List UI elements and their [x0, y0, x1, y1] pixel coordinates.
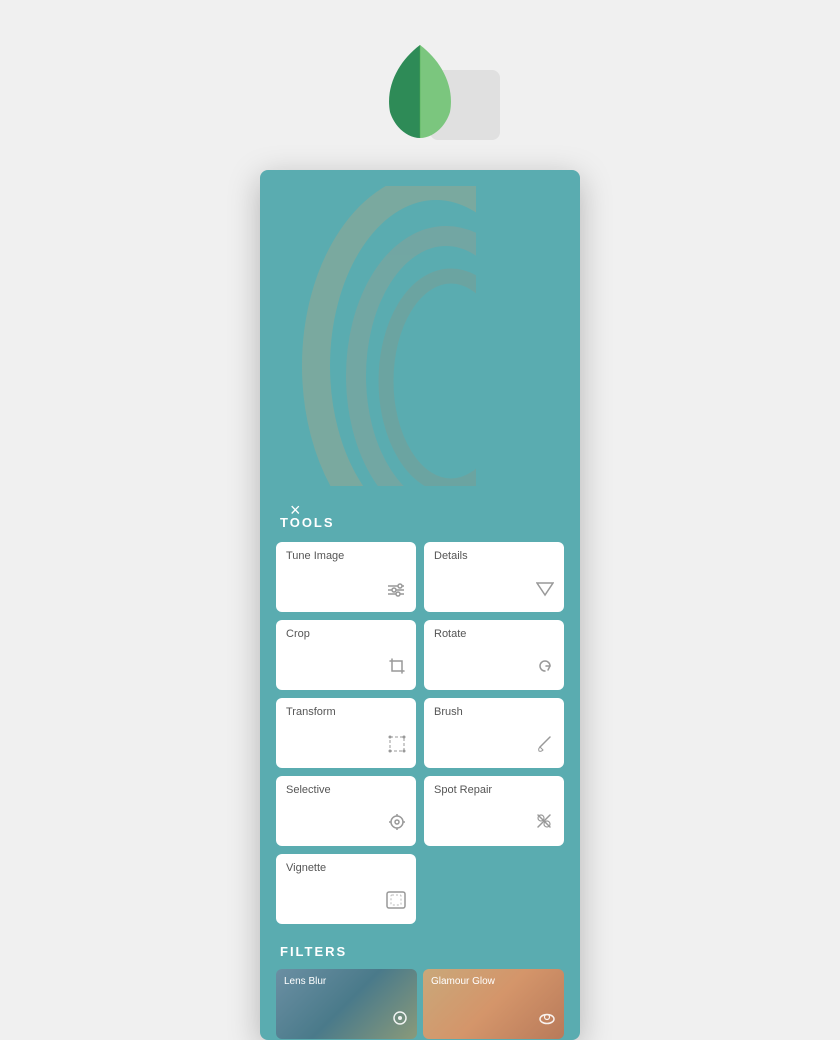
details-icon: [536, 581, 554, 602]
filter-glamour-glow-bg: Glamour Glow: [423, 969, 564, 1039]
lens-blur-icon: [391, 1009, 409, 1032]
transform-icon: [388, 735, 406, 758]
tool-tune-image-label: Tune Image: [286, 550, 406, 562]
tool-rotate-label: Rotate: [434, 628, 554, 640]
tool-crop-label: Crop: [286, 628, 406, 640]
logo-area: [380, 40, 460, 140]
filter-lens-blur-bg: Lens Blur: [276, 969, 417, 1039]
tool-crop[interactable]: Crop: [276, 620, 416, 690]
vignette-icon: [386, 891, 406, 914]
tool-spot-repair[interactable]: Spot Repair: [424, 776, 564, 846]
tool-selective-label: Selective: [286, 784, 406, 796]
tools-panel: × TOOLS Tune Image Details: [260, 170, 580, 1040]
tool-tune-image[interactable]: Tune Image: [276, 542, 416, 612]
filter-glamour-glow-label: Glamour Glow: [431, 976, 556, 987]
tool-transform[interactable]: Transform: [276, 698, 416, 768]
glamour-glow-icon: [538, 1009, 556, 1032]
tool-selective[interactable]: Selective: [276, 776, 416, 846]
filter-lens-blur[interactable]: Lens Blur: [276, 969, 417, 1039]
filter-lens-blur-label: Lens Blur: [284, 976, 409, 987]
tool-vignette-label: Vignette: [286, 862, 406, 874]
filter-glamour-glow[interactable]: Glamour Glow: [423, 969, 564, 1039]
tool-brush[interactable]: Brush: [424, 698, 564, 768]
filters-grid: Lens Blur Glamour Glow: [276, 969, 564, 1040]
selective-icon: [388, 813, 406, 836]
brush-icon: [536, 735, 554, 758]
tools-section-title: TOOLS: [280, 515, 564, 530]
tool-details-label: Details: [434, 550, 554, 562]
tool-spot-repair-label: Spot Repair: [434, 784, 554, 796]
background-image: [276, 186, 476, 486]
tool-transform-label: Transform: [286, 706, 406, 718]
tool-vignette[interactable]: Vignette: [276, 854, 416, 924]
tool-details[interactable]: Details: [424, 542, 564, 612]
filters-section-title: FILTERS: [280, 944, 564, 959]
crop-icon: [388, 657, 406, 680]
spot-repair-icon: [534, 811, 554, 836]
tool-rotate[interactable]: Rotate: [424, 620, 564, 690]
rotate-icon: [536, 657, 554, 680]
tool-brush-label: Brush: [434, 706, 554, 718]
tune-image-icon: [386, 581, 406, 602]
tools-grid: Tune Image Details: [276, 542, 564, 924]
app-logo: [380, 40, 460, 140]
